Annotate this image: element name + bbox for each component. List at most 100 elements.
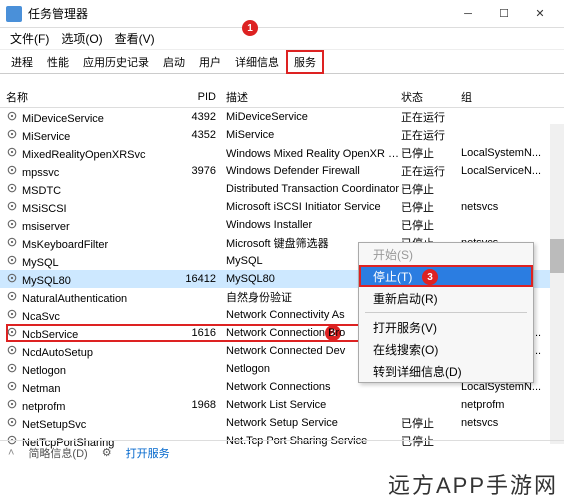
minimize-button[interactable]: ─	[450, 1, 486, 27]
row-name: Netlogon	[22, 365, 66, 377]
maximize-button[interactable]: ☐	[486, 1, 522, 27]
row-pid: 16412	[181, 273, 226, 285]
row-desc: Distributed Transaction Coordinator	[226, 183, 401, 195]
titlebar: 任务管理器 ─ ☐ ✕	[0, 0, 564, 28]
header-name[interactable]: 名称	[6, 89, 181, 105]
row-desc: MiDeviceService	[226, 111, 401, 123]
header-pid[interactable]: PID	[181, 91, 226, 103]
tab-services[interactable]: 服务	[286, 50, 324, 74]
tab-startup[interactable]: 启动	[156, 51, 192, 73]
menu-options[interactable]: 选项(O)	[55, 28, 108, 49]
row-name: MiService	[22, 131, 70, 143]
menubar: 文件(F) 选项(O) 查看(V)	[0, 28, 564, 50]
header-desc[interactable]: 描述	[226, 89, 401, 105]
ctx-stop[interactable]: 停止(T)	[359, 265, 533, 287]
annotation-badge-3: 3	[422, 269, 438, 285]
row-name: MSiSCSI	[22, 203, 67, 215]
row-status: 已停止	[401, 217, 461, 233]
statusbar: ˄ 简略信息(D) ⚙ 打开服务	[0, 440, 564, 464]
tab-performance[interactable]: 性能	[40, 51, 76, 73]
row-status: 正在运行	[401, 127, 461, 143]
service-icon	[6, 254, 18, 266]
scrollbar-thumb[interactable]	[550, 239, 564, 273]
gear-icon: ⚙	[102, 446, 112, 459]
row-desc: Network Setup Service	[226, 417, 401, 429]
menu-view[interactable]: 查看(V)	[109, 28, 161, 49]
row-name: Netman	[22, 383, 61, 395]
ctx-searchonline[interactable]: 在线搜索(O)	[359, 338, 533, 360]
row-name: NcdAutoSetup	[22, 347, 93, 359]
context-menu: 开始(S) 停止(T) 重新启动(R) 打开服务(V) 在线搜索(O) 转到详细…	[358, 242, 534, 383]
row-name: NcaSvc	[22, 311, 60, 323]
row-pid: 1616	[181, 327, 226, 339]
row-group: netprofm	[461, 399, 558, 411]
row-desc: MiService	[226, 129, 401, 141]
row-pid: 3976	[181, 165, 226, 177]
ctx-restart[interactable]: 重新启动(R)	[359, 287, 533, 309]
row-group: LocalServiceN...	[461, 165, 558, 177]
row-group: netsvcs	[461, 201, 558, 213]
row-name: NcbService	[22, 329, 78, 341]
row-status: 正在运行	[401, 109, 461, 125]
row-name: NetSetupSvc	[22, 419, 86, 431]
row-pid: 4392	[181, 111, 226, 123]
ctx-separator	[365, 312, 527, 313]
service-icon	[6, 344, 18, 356]
table-row[interactable]: MixedRealityOpenXRSvc Windows Mixed Reali…	[0, 144, 564, 162]
service-icon	[6, 164, 18, 176]
row-desc: Windows Mixed Reality OpenXR 服...	[226, 145, 401, 161]
row-status: 已停止	[401, 199, 461, 215]
menu-file[interactable]: 文件(F)	[4, 28, 55, 49]
tab-apphistory[interactable]: 应用历史记录	[76, 51, 156, 73]
table-row[interactable]: MSiSCSI Microsoft iSCSI Initiator Service…	[0, 198, 564, 216]
ctx-openservice[interactable]: 打开服务(V)	[359, 316, 533, 338]
row-name: mpssvc	[22, 167, 59, 179]
table-row[interactable]: netprofm1968Network List Servicenetprofm	[0, 396, 564, 414]
header-status[interactable]: 状态	[401, 89, 461, 105]
tabbar: 进程 性能 应用历史记录 启动 用户 详细信息 服务	[0, 50, 564, 74]
close-button[interactable]: ✕	[522, 1, 558, 27]
header-group[interactable]: 组	[461, 89, 558, 105]
tab-details[interactable]: 详细信息	[228, 51, 286, 73]
brief-info-link[interactable]: 简略信息(D)	[28, 445, 87, 461]
row-name: netprofm	[22, 401, 65, 413]
window-title: 任务管理器	[28, 5, 450, 22]
ctx-start: 开始(S)	[359, 243, 533, 265]
row-name: MSDTC	[22, 185, 61, 197]
row-name: MsKeyboardFilter	[22, 239, 108, 251]
annotation-badge-1: 1	[242, 20, 258, 36]
row-group: netsvcs	[461, 417, 558, 429]
service-icon	[6, 182, 18, 194]
scrollbar[interactable]	[550, 124, 564, 444]
service-icon	[6, 128, 18, 140]
app-icon	[6, 6, 22, 22]
service-icon	[6, 200, 18, 212]
table-row[interactable]: MSDTC Distributed Transaction Coordinator…	[0, 180, 564, 198]
service-icon	[6, 308, 18, 320]
row-desc: Network List Service	[226, 399, 401, 411]
column-headers: 名称 PID 描述 状态 组	[0, 86, 564, 108]
row-name: msiserver	[22, 221, 70, 233]
open-services-link[interactable]: 打开服务	[126, 445, 170, 461]
row-status: 已停止	[401, 145, 461, 161]
service-icon	[6, 416, 18, 428]
row-desc: Windows Defender Firewall	[226, 165, 401, 177]
table-row[interactable]: mpssvc 3976Windows Defender Firewall正在运行L…	[0, 162, 564, 180]
service-icon	[6, 398, 18, 410]
table-row[interactable]: MiService4352MiService正在运行	[0, 126, 564, 144]
service-icon	[6, 362, 18, 374]
service-icon	[6, 272, 18, 284]
chevron-up-icon[interactable]: ˄	[8, 447, 14, 459]
row-status: 正在运行	[401, 163, 461, 179]
table-row[interactable]: msiserverWindows Installer已停止	[0, 216, 564, 234]
tab-users[interactable]: 用户	[192, 51, 228, 73]
service-icon	[6, 326, 18, 338]
row-desc: Microsoft iSCSI Initiator Service	[226, 201, 401, 213]
table-row[interactable]: NetSetupSvcNetwork Setup Service已停止netsv…	[0, 414, 564, 432]
ctx-gotodetails[interactable]: 转到详细信息(D)	[359, 360, 533, 382]
service-icon	[6, 110, 18, 122]
row-name: MixedRealityOpenXRSvc	[22, 149, 146, 161]
table-row[interactable]: MiDeviceService4392MiDeviceService正在运行	[0, 108, 564, 126]
watermark-text: 远方APP手游网	[388, 468, 558, 500]
tab-processes[interactable]: 进程	[4, 51, 40, 73]
